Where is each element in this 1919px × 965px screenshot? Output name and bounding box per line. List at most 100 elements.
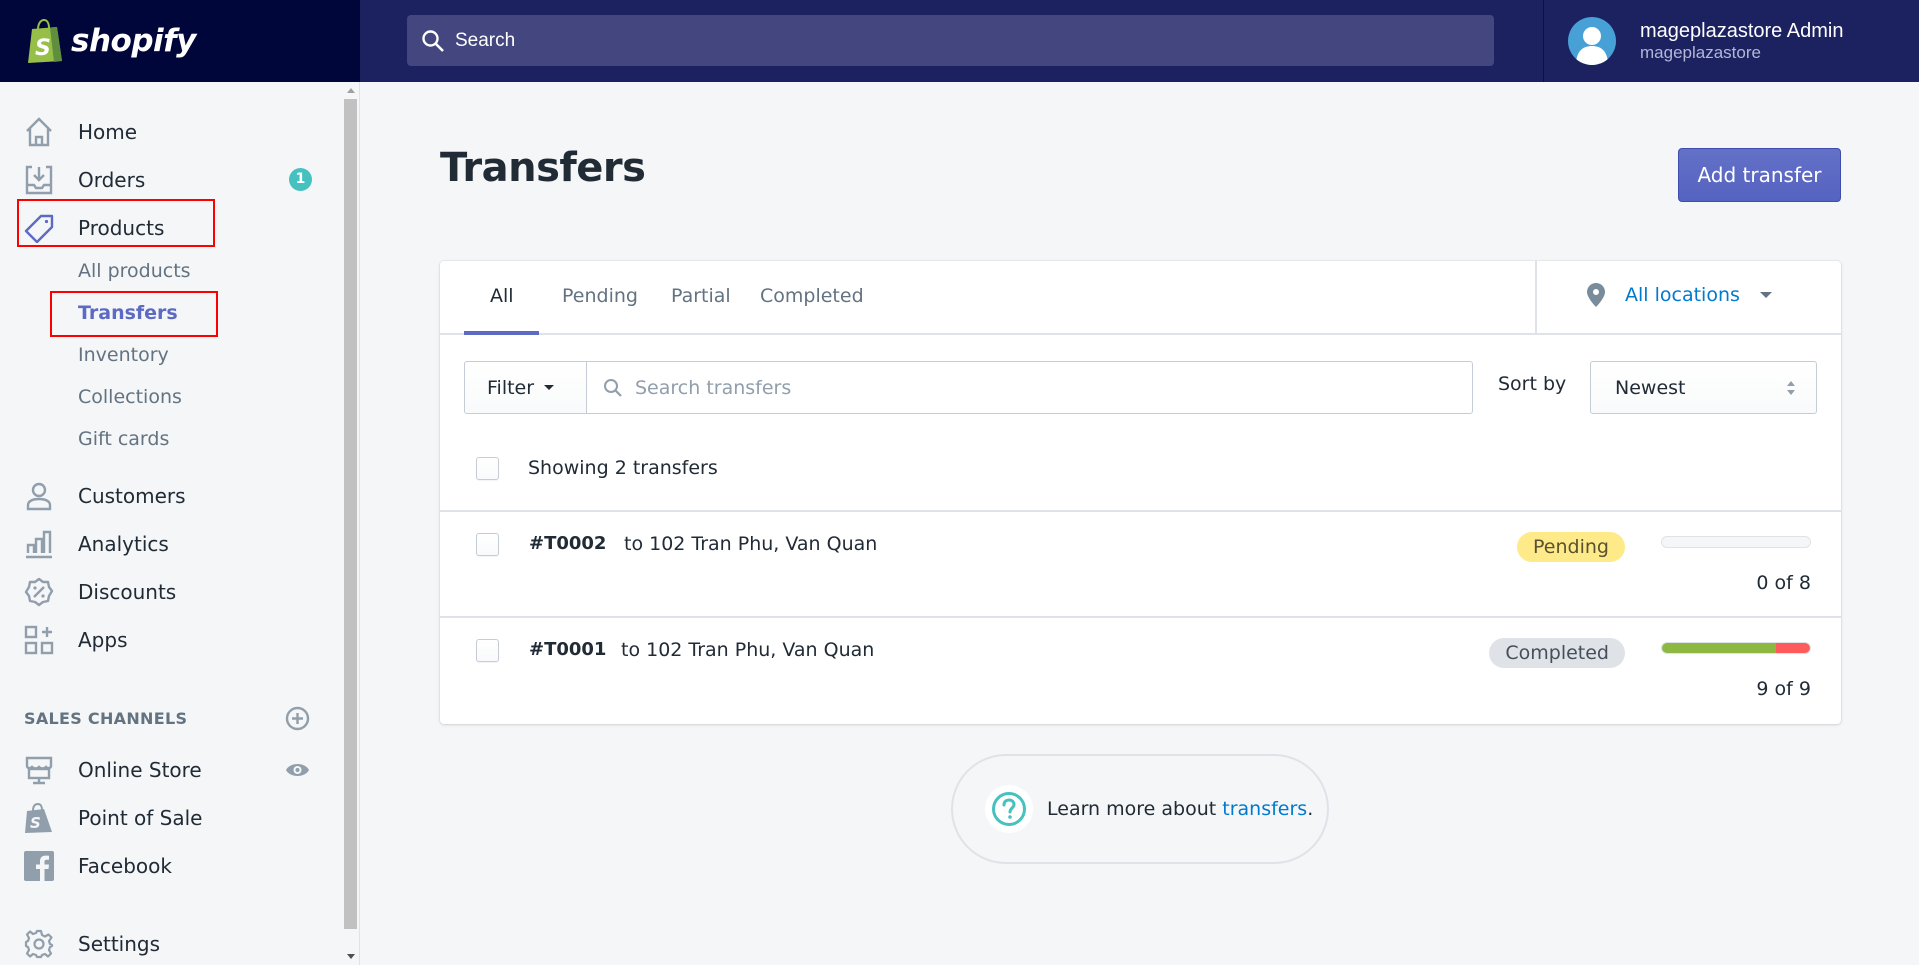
transfers-help-link[interactable]: transfers [1222,798,1307,820]
discount-icon [24,577,54,607]
search-transfers-field[interactable] [586,361,1473,414]
sidebar-item-discounts[interactable]: Discounts [0,570,330,614]
sort-value: Newest [1615,376,1686,399]
scroll-down-arrow-icon[interactable] [347,954,355,959]
sidebar-item-label: Home [78,120,138,144]
sidebar-item-label: Analytics [78,532,169,556]
view-store-eye-icon[interactable] [285,759,310,781]
tab-completed[interactable]: Completed [760,285,864,307]
facebook-icon [24,851,54,881]
transfer-id[interactable]: #T0002 [529,533,606,554]
tab-all[interactable]: All [490,285,514,307]
shopify-bag-icon: S [28,19,62,63]
highlight-products [17,199,215,247]
sidebar-channel-label: Online Store [78,758,202,782]
divider [1535,261,1537,335]
sidebar-channel-online-store[interactable]: Online Store [0,748,330,792]
sidebar-scrollbar[interactable] [343,82,358,965]
table-row[interactable]: #T0002 to 102 Tran Phu, Van Quan Pending… [440,510,1841,616]
status-badge: Pending [1517,532,1625,562]
sidebar-subitem-collections[interactable]: Collections [78,386,182,408]
scroll-up-arrow-icon[interactable] [347,88,355,93]
add-transfer-button[interactable]: Add transfer [1678,148,1841,202]
sidebar: Home Orders 1 Products All products Tran… [0,82,360,965]
sidebar-item-settings[interactable]: Settings [0,922,330,965]
gear-icon [24,929,54,959]
user-name: mageplazastore Admin [1640,20,1844,42]
learn-more-suffix: . [1307,798,1314,820]
sidebar-channel-label: Point of Sale [78,806,203,830]
sort-select[interactable]: Newest [1590,361,1817,414]
transfers-card: All Pending Partial Completed All locati… [440,261,1841,724]
showing-count: Showing 2 transfers [528,457,718,479]
top-bar: S shopify Search mageplazastore Admin ma… [0,0,1919,82]
progress-received [1662,643,1776,653]
status-badge: Completed [1489,638,1625,668]
filter-label: Filter [487,376,535,399]
sidebar-item-label: Settings [78,932,161,956]
sidebar-item-home[interactable]: Home [0,110,330,154]
sidebar-subitem-gift-cards[interactable]: Gift cards [78,428,169,450]
active-tab-indicator [464,331,539,335]
sidebar-subitem-inventory[interactable]: Inventory [78,344,169,366]
sales-channels-heading: SALES CHANNELS [24,709,188,728]
transfer-destination: to 102 Tran Phu, Van Quan [624,533,878,555]
search-icon [422,29,444,52]
add-sales-channel-icon[interactable] [285,706,310,731]
transfer-id[interactable]: #T0001 [529,639,606,660]
filter-button[interactable]: Filter [464,361,587,414]
sidebar-channel-facebook[interactable]: Facebook [0,844,330,888]
user-menu[interactable]: mageplazastore Admin mageplazastore [1543,0,1919,82]
sidebar-item-customers[interactable]: Customers [0,474,330,518]
row-checkbox[interactable] [476,533,499,556]
analytics-icon [26,530,52,559]
sidebar-item-label: Discounts [78,580,177,604]
location-pin-icon [1587,283,1605,307]
transfer-destination: to 102 Tran Phu, Van Quan [621,639,875,661]
sort-by-label: Sort by [1498,373,1567,395]
global-search-placeholder: Search [455,29,516,51]
orders-count-badge: 1 [289,168,312,191]
customer-icon [26,482,52,511]
received-count: 9 of 9 [1756,678,1811,700]
store-icon [25,756,53,785]
question-circle-icon [992,792,1026,826]
page-title: Transfers [440,145,646,191]
progress-rejected [1775,643,1810,653]
avatar [1568,17,1616,65]
home-icon [26,117,52,147]
receive-progress-bar [1661,536,1811,548]
select-all-checkbox[interactable] [476,457,499,480]
sidebar-channel-point-of-sale[interactable]: S Point of Sale [0,796,330,840]
sidebar-channel-label: Facebook [78,854,172,878]
global-search[interactable]: Search [407,15,1494,66]
svg-text:S: S [35,36,51,61]
row-checkbox[interactable] [476,639,499,662]
apps-icon [24,625,54,655]
select-arrows-icon [1787,381,1795,395]
search-icon [604,378,622,397]
table-row[interactable]: #T0001 to 102 Tran Phu, Van Quan Complet… [440,616,1841,722]
shopify-logo[interactable]: S shopify [0,0,360,82]
learn-more-text: Learn more about transfers. [1047,798,1313,820]
sidebar-item-label: Customers [78,484,186,508]
scrollbar-thumb[interactable] [344,99,357,929]
user-silhouette-icon [1576,27,1608,65]
location-filter[interactable]: All locations [1587,283,1772,307]
sidebar-item-orders[interactable]: Orders 1 [0,158,330,202]
sidebar-subitem-all-products[interactable]: All products [78,260,191,282]
sidebar-item-analytics[interactable]: Analytics [0,522,330,566]
help-icon [985,785,1033,833]
receive-progress-bar [1661,642,1811,654]
orders-icon [25,165,53,195]
learn-more-prefix: Learn more about [1047,798,1223,820]
tab-pending[interactable]: Pending [562,285,638,307]
chevron-down-icon [1759,292,1772,298]
sidebar-item-apps[interactable]: Apps [0,618,330,662]
pos-icon: S [25,803,52,833]
highlight-transfers [50,291,218,337]
search-transfers-input[interactable] [635,376,1455,399]
sidebar-item-label: Apps [78,628,128,652]
tab-partial[interactable]: Partial [671,285,731,307]
sidebar-item-label: Orders [78,168,146,192]
